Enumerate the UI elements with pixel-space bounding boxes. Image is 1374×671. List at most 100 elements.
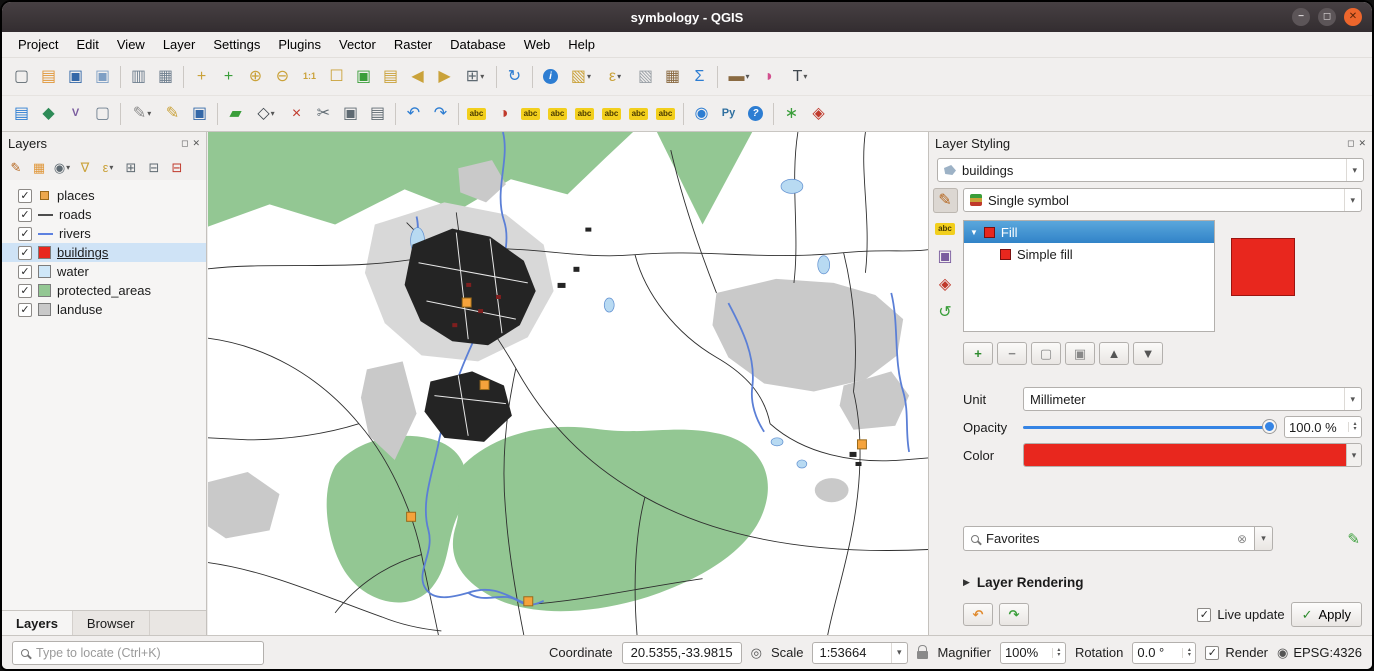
live-update-checkbox[interactable]: ✓ Live update — [1197, 607, 1284, 622]
spin-down-icon[interactable]: ▾ — [1057, 653, 1060, 658]
layer-checkbox[interactable]: ✓ — [18, 227, 32, 241]
spin-down-icon[interactable]: ▾ — [1353, 427, 1356, 432]
paste-features-icon[interactable]: ▤ ▾ — [364, 100, 391, 127]
save-layer-edits-icon[interactable]: ▣ ▾ — [186, 100, 213, 127]
layer-item-roads[interactable]: ✓ roads — [2, 205, 206, 224]
opacity-spinbox[interactable]: 100.0 % ▴ ▾ — [1284, 416, 1362, 438]
menu-item[interactable]: Raster — [386, 35, 440, 54]
symbol-search-box[interactable]: Favorites ⊗ — [963, 526, 1255, 551]
lock-scale-icon[interactable] — [917, 651, 928, 659]
menu-item[interactable]: Settings — [205, 35, 268, 54]
new-geopackage-icon[interactable]: ◆ ▾ — [35, 100, 62, 127]
layer-labeling-icon[interactable]: abc ▾ — [463, 100, 490, 127]
help-contents-icon[interactable]: ? ▾ — [742, 100, 769, 127]
pan-to-selection-icon[interactable]: + ▾ — [215, 63, 242, 90]
tab-browser[interactable]: Browser — [73, 611, 150, 635]
refresh-icon[interactable]: ↻ ▾ — [501, 63, 528, 90]
layer-checkbox[interactable]: ✓ — [18, 265, 32, 279]
minimize-button[interactable]: − — [1292, 8, 1310, 26]
new-virtual-layer-icon[interactable]: ▢ ▾ — [89, 100, 116, 127]
open-project-icon[interactable]: ▤ ▾ — [35, 63, 62, 90]
layer-rendering-toggle[interactable]: ▶ Layer Rendering — [963, 575, 1362, 590]
plugin-tools-icon[interactable]: ◈ ▾ — [805, 100, 832, 127]
layer-select[interactable]: buildings ▾ — [937, 158, 1364, 182]
mask-tab-icon[interactable]: ▣ — [933, 244, 958, 269]
symbol-type-select[interactable]: Single symbol ▾ — [963, 188, 1362, 212]
menu-item[interactable]: Vector — [331, 35, 384, 54]
symbol-node-fill[interactable]: ▼ Fill — [964, 221, 1214, 243]
locate-box[interactable] — [12, 641, 264, 665]
menu-item[interactable]: Project — [10, 35, 66, 54]
menu-item[interactable]: Database — [442, 35, 514, 54]
python-console-icon[interactable]: Py ▾ — [715, 100, 742, 127]
redo-style-button[interactable]: ↷ — [999, 603, 1029, 626]
processing-toolbox-icon[interactable]: ∗ ▾ — [778, 100, 805, 127]
apply-button[interactable]: ✓ Apply — [1291, 602, 1362, 627]
copy-features-icon[interactable]: ▣ ▾ — [337, 100, 364, 127]
pin-unpin-labels-icon[interactable]: abc ▾ — [544, 100, 571, 127]
layer-item-water[interactable]: ✓ water — [2, 262, 206, 281]
text-annotation-icon[interactable]: T ▾ — [783, 63, 817, 90]
layer-item-buildings[interactable]: ✓ buildings — [2, 243, 206, 262]
chevron-down-icon[interactable]: ▾ — [1346, 444, 1361, 466]
zoom-to-selection-icon[interactable]: ▣ ▾ — [350, 63, 377, 90]
symbol-node-simple-fill[interactable]: Simple fill — [964, 243, 1214, 265]
new-project-icon[interactable]: ▢ ▾ — [8, 63, 35, 90]
layer-item-protected-areas[interactable]: ✓ protected_areas — [2, 281, 206, 300]
open-attribute-table-icon[interactable]: ▦ ▾ — [659, 63, 686, 90]
move-symbol-down-button[interactable]: ▼ — [1133, 342, 1163, 365]
new-print-layout-icon[interactable]: ▥ ▾ — [125, 63, 152, 90]
style-manager-icon[interactable]: ✎ — [1347, 530, 1360, 548]
color-button[interactable]: ▾ — [1023, 443, 1362, 467]
new-shapefile-icon[interactable]: V ▾ — [62, 100, 89, 127]
rotate-label-icon[interactable]: abc ▾ — [625, 100, 652, 127]
zoom-next-icon[interactable]: ▶ ▾ — [431, 63, 458, 90]
tab-layers[interactable]: Layers — [2, 611, 73, 635]
extents-icon[interactable]: ◎ — [751, 645, 762, 661]
manage-map-themes-icon[interactable]: ◉ ▾ — [51, 156, 73, 178]
float-panel-icon[interactable]: ◻ — [181, 138, 188, 149]
remove-symbol-layer-button[interactable]: − — [997, 342, 1027, 365]
toggle-editing-icon[interactable]: ✎ ▾ — [159, 100, 186, 127]
filter-legend-icon[interactable]: ∇ ▾ — [74, 156, 96, 178]
deselect-features-icon[interactable]: ▧ ▾ — [632, 63, 659, 90]
menu-item[interactable]: Web — [516, 35, 559, 54]
select-by-expression-icon[interactable]: ε ▾ — [598, 63, 632, 90]
zoom-to-layer-icon[interactable]: ▤ ▾ — [377, 63, 404, 90]
delete-selected-icon[interactable]: × ▾ — [283, 100, 310, 127]
rotation-spinbox[interactable]: 0.0 ° ▴ ▾ — [1132, 642, 1196, 664]
title-bar[interactable]: symbology - QGIS − ◻ ✕ — [2, 2, 1372, 32]
current-edits-icon[interactable]: ✎ ▾ — [125, 100, 159, 127]
layer-item-places[interactable]: ✓ places — [2, 186, 206, 205]
symbology-tab-icon[interactable]: ✎ — [933, 188, 958, 213]
undo-style-button[interactable]: ↶ — [963, 603, 993, 626]
save-project-icon[interactable]: ▣ ▾ — [62, 63, 89, 90]
menu-item[interactable]: Help — [560, 35, 603, 54]
show-hide-labels-icon[interactable]: abc ▾ — [571, 100, 598, 127]
zoom-in-icon[interactable]: ⊕ ▾ — [242, 63, 269, 90]
layer-checkbox[interactable]: ✓ — [18, 303, 32, 317]
layer-diagram-icon[interactable]: ◑ ▾ — [490, 100, 517, 127]
duplicate-symbol-layer-button[interactable]: ▣ — [1065, 342, 1095, 365]
add-polygon-feature-icon[interactable]: ▰ ▾ — [222, 100, 249, 127]
float-panel-icon[interactable]: ◻ — [1347, 138, 1354, 149]
highlight-pinned-labels-icon[interactable]: abc ▾ — [517, 100, 544, 127]
zoom-native-icon[interactable]: 1:1 ▾ — [296, 63, 323, 90]
statistics-icon[interactable]: Σ ▾ — [686, 63, 713, 90]
remove-layer-icon[interactable]: ⊟ ▾ — [166, 156, 188, 178]
redo-icon[interactable]: ↷ ▾ — [427, 100, 454, 127]
maximize-button[interactable]: ◻ — [1318, 8, 1336, 26]
move-symbol-up-button[interactable]: ▲ — [1099, 342, 1129, 365]
close-button[interactable]: ✕ — [1344, 8, 1362, 26]
history-tab-icon[interactable]: ↺ — [933, 300, 958, 325]
expander-icon[interactable]: ▼ — [970, 228, 978, 237]
render-checkbox[interactable]: ✓ Render — [1205, 645, 1268, 660]
magnifier-spinbox[interactable]: 100% ▴ ▾ — [1000, 642, 1066, 664]
menu-item[interactable]: View — [109, 35, 153, 54]
labels-tab-icon[interactable]: abc — [933, 216, 958, 241]
select-features-icon[interactable]: ▧ ▾ — [564, 63, 598, 90]
vertex-tool-icon[interactable]: ◇ ▾ — [249, 100, 283, 127]
close-panel-icon[interactable]: ✕ — [192, 138, 200, 149]
undo-icon[interactable]: ↶ ▾ — [400, 100, 427, 127]
move-label-icon[interactable]: abc ▾ — [598, 100, 625, 127]
